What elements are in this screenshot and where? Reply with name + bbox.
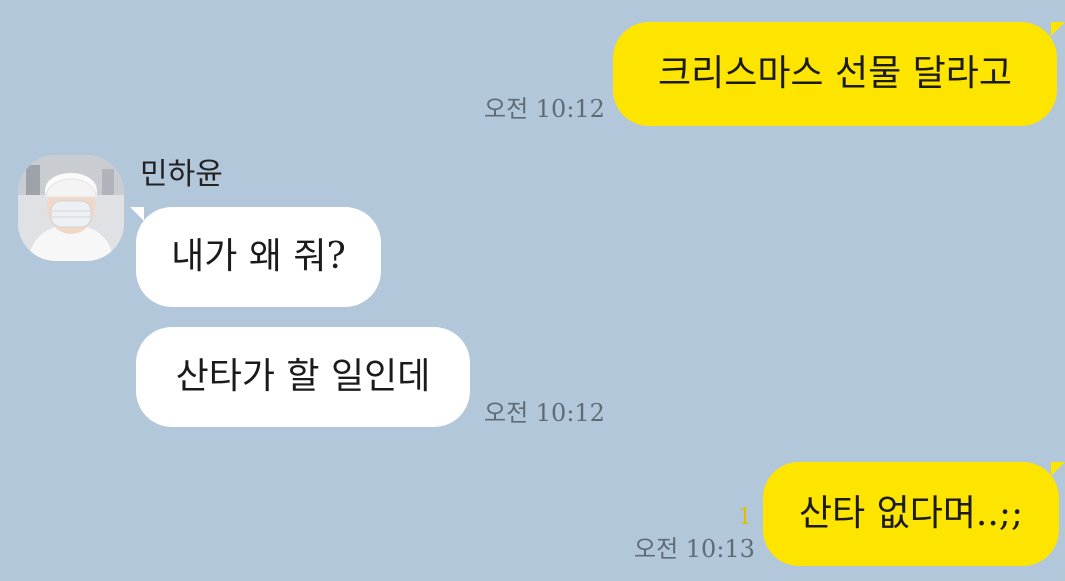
message-text: 산타 없다며..;; [798,493,1024,534]
message-time: 오전 10:12 [484,95,605,123]
unread-count: 1 [738,505,752,530]
bubble-tail [1051,462,1065,476]
their-message-bubble[interactable]: 산타가 할 일인데 [136,327,470,427]
bubble-tail [1051,22,1065,36]
their-message-bubble[interactable]: 내가 왜 줘? [136,207,381,307]
sender-name: 민하윤 [140,157,223,192]
message-text: 크리스마스 선물 달라고 [657,53,1013,94]
profile-photo-icon [18,155,124,261]
chat-room: 크리스마스 선물 달라고 오전 10:12 민하윤 내가 왜 줘? 산타가 할 … [0,0,1065,581]
my-message-bubble[interactable]: 산타 없다며..;; [763,462,1059,566]
message-text: 내가 왜 줘? [171,236,346,277]
message-time: 오전 10:12 [484,399,605,427]
my-message-bubble[interactable]: 크리스마스 선물 달라고 [613,22,1057,126]
contact-avatar[interactable] [18,155,124,261]
message-text: 산타가 할 일인데 [175,356,431,397]
bubble-tail [130,207,144,221]
message-time: 오전 10:13 [634,535,755,563]
